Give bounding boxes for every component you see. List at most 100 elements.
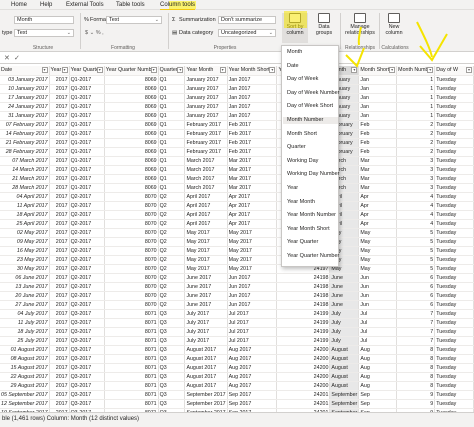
table-cell[interactable]: Q2-2017: [69, 228, 105, 238]
table-cell[interactable]: Q2: [158, 255, 186, 265]
table-cell[interactable]: 7: [396, 327, 436, 337]
table-cell[interactable]: 2017: [49, 228, 70, 238]
table-cell[interactable]: 8069: [104, 174, 159, 184]
table-cell[interactable]: Q1: [158, 183, 186, 193]
table-cell[interactable]: 2017: [49, 201, 70, 211]
table-cell[interactable]: 8071: [104, 372, 159, 382]
table-cell[interactable]: Q1: [158, 93, 186, 103]
table-row[interactable]: 17 January 2017 2017 Q1-2017 8069 Q1 January …: [0, 93, 474, 103]
table-cell[interactable]: Q3: [158, 363, 186, 373]
table-cell[interactable]: 8070: [104, 246, 159, 256]
table-cell[interactable]: 7: [396, 309, 436, 319]
table-cell[interactable]: 1: [396, 84, 436, 94]
table-cell[interactable]: Sep 2017: [227, 390, 278, 400]
table-row[interactable]: 09 May 2017 2017 Q2-2017 8070 Q2 May 2017 May …: [0, 237, 474, 247]
table-cell[interactable]: 8069: [104, 147, 159, 157]
table-cell[interactable]: Jul 2017: [227, 309, 278, 319]
table-row[interactable]: 03 January 2017 2017 Q1-2017 8069 Q1 January …: [0, 75, 474, 85]
table-cell[interactable]: Jun: [358, 282, 398, 292]
table-cell[interactable]: Tuesday: [434, 291, 474, 301]
table-cell[interactable]: Tuesday: [434, 273, 474, 283]
table-cell[interactable]: Sep 2017: [227, 399, 278, 409]
table-cell[interactable]: 10 January 2017: [0, 84, 50, 94]
table-cell[interactable]: April 2017: [184, 210, 228, 220]
table-cell[interactable]: Jan 2017: [227, 84, 278, 94]
table-cell[interactable]: May 2017: [227, 237, 278, 247]
table-cell[interactable]: May 2017: [227, 264, 278, 274]
table-row[interactable]: 18 July 2017 2017 Q3-2017 8071 Q3 July 2017 Ju…: [0, 327, 474, 337]
table-cell[interactable]: Q3-2017: [69, 345, 105, 355]
table-cell[interactable]: 8070: [104, 255, 159, 265]
table-row[interactable]: 28 February 2017 2017 Q1-2017 8069 Q1 Februar…: [0, 147, 474, 157]
table-cell[interactable]: 8070: [104, 192, 159, 202]
table-row[interactable]: 08 August 2017 2017 Q3-2017 8071 Q3 August 20…: [0, 354, 474, 364]
table-cell[interactable]: 23 May 2017: [0, 255, 50, 265]
table-cell[interactable]: 24201: [276, 390, 331, 400]
table-cell[interactable]: August 2017: [184, 345, 228, 355]
table-cell[interactable]: 2017: [49, 255, 70, 265]
table-cell[interactable]: 8069: [104, 138, 159, 148]
table-cell[interactable]: May 2017: [227, 228, 278, 238]
table-cell[interactable]: Q2-2017: [69, 291, 105, 301]
table-cell[interactable]: Apr 2017: [227, 219, 278, 229]
sort-menu-item-month[interactable]: Month: [287, 49, 302, 56]
table-cell[interactable]: Feb 2017: [227, 138, 278, 148]
table-cell[interactable]: Q1: [158, 156, 186, 166]
table-cell[interactable]: Q3: [158, 327, 186, 337]
table-row[interactable]: 14 March 2017 2017 Q1-2017 8069 Q1 March 2017…: [0, 165, 474, 175]
table-cell[interactable]: Aug: [358, 372, 398, 382]
table-cell[interactable]: March 2017: [184, 174, 228, 184]
table-cell[interactable]: 24199: [276, 318, 331, 328]
table-cell[interactable]: April 2017: [184, 219, 228, 229]
table-cell[interactable]: 11 July 2017: [0, 318, 50, 328]
filter-dropdown-icon[interactable]: ▾: [389, 67, 396, 73]
table-cell[interactable]: 2017: [49, 120, 70, 130]
table-cell[interactable]: Q2: [158, 246, 186, 256]
table-cell[interactable]: 2017: [49, 138, 70, 148]
table-cell[interactable]: Jul: [358, 309, 398, 319]
table-cell[interactable]: 22 August 2017: [0, 372, 50, 382]
table-cell[interactable]: June: [329, 300, 360, 310]
table-cell[interactable]: 04 April 2017: [0, 192, 50, 202]
sort-menu-item-quarter[interactable]: Quarter: [287, 144, 306, 151]
table-cell[interactable]: 29 August 2017: [0, 381, 50, 391]
table-cell[interactable]: Jan: [358, 84, 398, 94]
column-header-date[interactable]: Date ▾: [0, 66, 50, 76]
column-header-year[interactable]: Year ▾: [49, 66, 70, 76]
table-cell[interactable]: Q1-2017: [69, 102, 105, 112]
table-cell[interactable]: 6: [396, 282, 436, 292]
table-row[interactable]: 11 April 2017 2017 Q2-2017 8070 Q2 April 2017…: [0, 201, 474, 211]
table-cell[interactable]: 2017: [49, 93, 70, 103]
table-row[interactable]: 11 July 2017 2017 Q3-2017 8071 Q3 July 2017 Ju…: [0, 318, 474, 328]
table-cell[interactable]: Mar 2017: [227, 174, 278, 184]
table-cell[interactable]: 01 August 2017: [0, 345, 50, 355]
table-cell[interactable]: Apr: [358, 219, 398, 229]
table-cell[interactable]: May 2017: [227, 255, 278, 265]
table-cell[interactable]: 2017: [49, 399, 70, 409]
filter-dropdown-icon[interactable]: ▾: [351, 67, 358, 73]
table-cell[interactable]: Q3-2017: [69, 390, 105, 400]
table-cell[interactable]: Q1-2017: [69, 75, 105, 85]
sort-menu-item-year-quarter-number[interactable]: Year Quarter Number: [287, 253, 339, 260]
table-cell[interactable]: 16 May 2017: [0, 246, 50, 256]
table-cell[interactable]: 24199: [276, 327, 331, 337]
table-cell[interactable]: Q1: [158, 147, 186, 157]
table-row[interactable]: 06 June 2017 2017 Q2-2017 8070 Q2 June 2017 Ju…: [0, 273, 474, 283]
table-cell[interactable]: 2017: [49, 291, 70, 301]
table-cell[interactable]: Q1-2017: [69, 93, 105, 103]
table-row[interactable]: 30 May 2017 2017 Q2-2017 8070 Q2 May 2017 May …: [0, 264, 474, 274]
table-cell[interactable]: June 2017: [184, 291, 228, 301]
table-cell[interactable]: 8071: [104, 327, 159, 337]
table-cell[interactable]: Feb 2017: [227, 147, 278, 157]
table-cell[interactable]: 2: [396, 120, 436, 130]
table-cell[interactable]: 2017: [49, 219, 70, 229]
table-row[interactable]: 07 March 2017 2017 Q1-2017 8069 Q1 March 2017…: [0, 156, 474, 166]
sort-menu-item-day-of-week[interactable]: Day of Week: [287, 76, 318, 83]
table-cell[interactable]: Q3-2017: [69, 327, 105, 337]
data-type-select[interactable]: Text ⌄: [14, 29, 74, 37]
table-cell[interactable]: 2017: [49, 300, 70, 310]
table-cell[interactable]: Jul: [358, 318, 398, 328]
table-cell[interactable]: 2: [396, 138, 436, 148]
table-cell[interactable]: Jul: [358, 327, 398, 337]
table-cell[interactable]: Jul 2017: [227, 327, 278, 337]
